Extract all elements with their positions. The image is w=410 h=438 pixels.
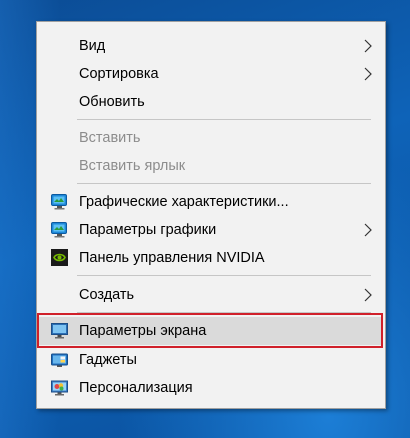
gadgets-icon bbox=[51, 353, 68, 367]
personalization-icon bbox=[51, 380, 68, 396]
chevron-right-icon bbox=[364, 39, 372, 53]
menu-item-paste[interactable]: Вставить bbox=[39, 124, 383, 152]
menu-item-label: Вставить bbox=[79, 130, 141, 146]
menu-item-label: Создать bbox=[79, 287, 135, 303]
chevron-right-icon bbox=[364, 223, 372, 237]
chevron-right-icon bbox=[364, 67, 372, 81]
intel-graphics-icon bbox=[51, 194, 67, 210]
menu-item-graphics-properties[interactable]: Графические характеристики... bbox=[39, 188, 383, 216]
display-icon bbox=[51, 323, 68, 339]
context-menu: Вид Сортировка Обновить Вставить Вставит… bbox=[36, 21, 386, 409]
chevron-right-icon bbox=[364, 288, 372, 302]
menu-item-display-settings[interactable]: Параметры экрана bbox=[39, 317, 383, 345]
nvidia-icon bbox=[51, 249, 68, 266]
menu-item-label: Параметры экрана bbox=[79, 323, 207, 339]
menu-separator bbox=[77, 312, 371, 313]
menu-item-gadgets[interactable]: Гаджеты bbox=[39, 346, 383, 374]
menu-item-label: Вставить ярлык bbox=[79, 158, 186, 174]
menu-separator bbox=[77, 119, 371, 120]
menu-item-paste-shortcut[interactable]: Вставить ярлык bbox=[39, 152, 383, 180]
menu-separator bbox=[77, 183, 371, 184]
menu-separator bbox=[77, 275, 371, 276]
menu-item-label: Гаджеты bbox=[79, 352, 137, 368]
menu-item-create[interactable]: Создать bbox=[39, 281, 383, 309]
menu-item-label: Сортировка bbox=[79, 66, 159, 82]
intel-graphics-icon bbox=[51, 222, 67, 238]
menu-item-label: Обновить bbox=[79, 94, 145, 110]
menu-item-label: Графические характеристики... bbox=[79, 194, 289, 210]
menu-item-refresh[interactable]: Обновить bbox=[39, 88, 383, 116]
menu-item-graphics-options[interactable]: Параметры графики bbox=[39, 216, 383, 244]
menu-item-personalization[interactable]: Персонализация bbox=[39, 374, 383, 402]
menu-item-label: Панель управления NVIDIA bbox=[79, 250, 265, 266]
menu-item-label: Персонализация bbox=[79, 380, 193, 396]
menu-item-nvidia-control-panel[interactable]: Панель управления NVIDIA bbox=[39, 244, 383, 272]
menu-item-label: Параметры графики bbox=[79, 222, 217, 238]
menu-item-view[interactable]: Вид bbox=[39, 32, 383, 60]
menu-item-sort[interactable]: Сортировка bbox=[39, 60, 383, 88]
menu-item-label: Вид bbox=[79, 38, 106, 54]
